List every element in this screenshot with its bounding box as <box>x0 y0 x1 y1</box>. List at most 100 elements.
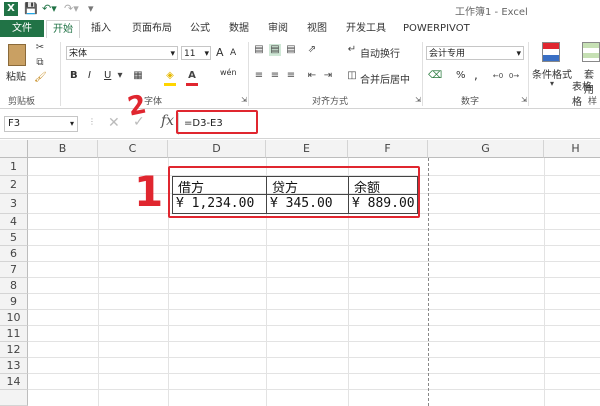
row-header-8[interactable]: 8 <box>0 278 28 294</box>
merge-center-button[interactable]: 合并后居中 <box>360 71 410 86</box>
row-header-10[interactable]: 10 <box>0 310 28 326</box>
number-format-combo[interactable]: 会计专用 ▾ <box>426 46 524 60</box>
increase-indent-icon[interactable]: ⇥ <box>322 70 334 82</box>
borders-icon[interactable]: ▦ <box>132 70 144 82</box>
conditional-formatting-icon[interactable] <box>542 42 560 62</box>
orientation-icon[interactable]: ⇗ <box>306 44 318 56</box>
gridline <box>28 357 600 358</box>
format-painter-icon[interactable]: 🖌 <box>34 72 47 84</box>
column-header-b[interactable]: B <box>28 140 98 158</box>
name-box[interactable]: F3 ▾ <box>4 116 78 132</box>
increase-decimal-icon[interactable]: ←0 <box>492 70 504 82</box>
align-top-icon[interactable]: ▤ <box>253 44 265 56</box>
row-header-4[interactable]: 4 <box>0 214 28 230</box>
tab-view[interactable]: 视图 <box>302 20 332 37</box>
column-header-d[interactable]: D <box>168 140 266 158</box>
comma-button[interactable]: , <box>474 68 478 82</box>
row-header-12[interactable]: 12 <box>0 342 28 358</box>
shrink-font-button[interactable]: A <box>230 48 236 58</box>
page-break-line <box>428 158 429 406</box>
align-left-icon[interactable]: ≡ <box>253 70 265 82</box>
paste-button[interactable]: 粘贴 <box>6 68 26 83</box>
row-header-11[interactable]: 11 <box>0 326 28 342</box>
column-header-f[interactable]: F <box>348 140 428 158</box>
tab-review[interactable]: 审阅 <box>263 20 293 37</box>
table-highlight-box <box>168 166 420 218</box>
row-header-6[interactable]: 6 <box>0 246 28 262</box>
font-name-value: 宋体 <box>69 49 88 59</box>
window-title: 工作簿1 - Excel <box>455 7 528 18</box>
row-header-5[interactable]: 5 <box>0 230 28 246</box>
column-header-c[interactable]: C <box>98 140 168 158</box>
column-header-h[interactable]: H <box>544 140 600 158</box>
redo-icon[interactable]: ↷▾ <box>64 2 79 15</box>
cut-icon[interactable]: ✂ <box>34 42 46 54</box>
tab-insert[interactable]: 插入 <box>86 20 116 37</box>
align-right-icon[interactable]: ≡ <box>285 70 297 82</box>
wrap-text-icon[interactable]: ↵ <box>346 44 358 56</box>
formula-bar-grip-icon: ⋮ <box>88 117 96 126</box>
select-all-corner[interactable] <box>0 140 28 158</box>
paste-icon[interactable] <box>8 44 26 66</box>
fill-color-icon[interactable]: ◈ <box>164 70 176 82</box>
number-group-label: 数字 <box>461 97 480 107</box>
customize-quick-access-icon[interactable]: ▾ <box>88 2 94 15</box>
group-divider <box>60 42 61 106</box>
row-header-3[interactable]: 3 <box>0 194 28 214</box>
decrease-indent-icon[interactable]: ⇤ <box>306 70 318 82</box>
alignment-group-label: 对齐方式 <box>312 97 349 107</box>
underline-button[interactable]: U <box>104 70 111 81</box>
bold-button[interactable]: B <box>70 70 78 81</box>
row-header-15[interactable] <box>0 390 28 406</box>
gridline <box>28 389 600 390</box>
column-header-e[interactable]: E <box>266 140 348 158</box>
gridline <box>28 309 600 310</box>
font-color-bar <box>186 83 198 86</box>
row-header-1[interactable]: 1 <box>0 158 28 176</box>
font-size-value: 11 <box>184 49 196 59</box>
excel-app-icon: X <box>4 2 18 16</box>
font-size-combo[interactable]: 11 ▾ <box>181 46 211 60</box>
row-header-2[interactable]: 2 <box>0 176 28 194</box>
fill-color-bar <box>164 83 176 86</box>
tab-page-layout[interactable]: 页面布局 <box>127 20 177 37</box>
clipboard-group-label: 剪贴板 <box>8 97 36 107</box>
tab-data[interactable]: 数据 <box>224 20 254 37</box>
align-middle-icon[interactable]: ▤ <box>269 44 281 56</box>
undo-icon[interactable]: ↶▾ <box>42 2 57 15</box>
row-header-9[interactable]: 9 <box>0 294 28 310</box>
decrease-decimal-icon[interactable]: 0→ <box>508 70 520 82</box>
merge-center-icon[interactable]: ◫ <box>346 70 358 82</box>
gridline <box>544 158 545 406</box>
tab-home[interactable]: 开始 <box>46 20 80 39</box>
gridline <box>28 229 600 230</box>
font-name-combo[interactable]: 宋体 ▾ <box>66 46 178 60</box>
tab-powerpivot[interactable]: POWERPIVOT <box>398 20 475 37</box>
tab-file[interactable]: 文件 <box>0 20 44 37</box>
wrap-text-button[interactable]: 自动换行 <box>360 45 400 60</box>
grow-font-button[interactable]: A <box>216 46 224 59</box>
copy-icon[interactable]: ⧉ <box>34 57 46 69</box>
tab-developer[interactable]: 开发工具 <box>341 20 391 37</box>
align-center-icon[interactable]: ≡ <box>269 70 281 82</box>
italic-button[interactable]: I <box>88 70 91 81</box>
column-header-g[interactable]: G <box>428 140 544 158</box>
row-header-13[interactable]: 13 <box>0 358 28 374</box>
insert-function-button[interactable]: fx <box>161 113 174 129</box>
percent-button[interactable]: % <box>456 70 466 81</box>
tab-formulas[interactable]: 公式 <box>185 20 215 37</box>
conditional-formatting-dropdown-icon[interactable]: ▾ <box>546 78 558 90</box>
underline-dropdown-icon[interactable]: ▾ <box>114 70 126 82</box>
group-divider <box>528 42 529 106</box>
font-color-icon[interactable]: A <box>186 70 198 82</box>
accounting-format-icon[interactable]: ⌫ <box>428 70 442 82</box>
gridline <box>28 277 600 278</box>
cancel-formula-icon[interactable]: ✕ <box>108 115 120 131</box>
row-header-7[interactable]: 7 <box>0 262 28 278</box>
format-as-table-icon[interactable] <box>582 42 600 62</box>
align-bottom-icon[interactable]: ▤ <box>285 44 297 56</box>
row-header-14[interactable]: 14 <box>0 374 28 390</box>
phonetic-button[interactable]: wén <box>220 68 237 77</box>
group-divider <box>422 42 423 106</box>
save-icon[interactable]: 💾 <box>24 2 38 15</box>
